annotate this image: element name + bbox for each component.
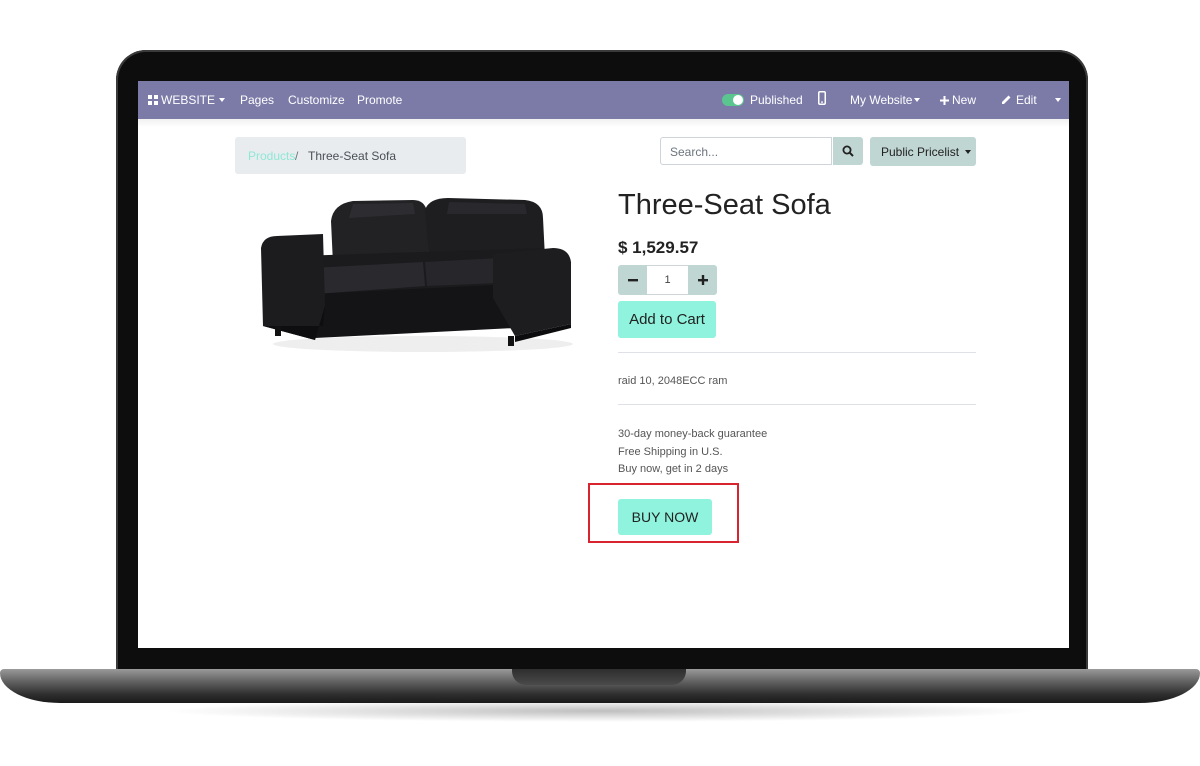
shipping-line: Free Shipping in U.S. <box>618 446 723 458</box>
navbar-shadow <box>138 119 1069 127</box>
breadcrumb: Products / Three-Seat Sofa <box>235 137 466 174</box>
divider <box>618 404 976 405</box>
edit-button[interactable]: Edit <box>1001 93 1037 107</box>
product-title: Three-Seat Sofa <box>618 189 831 221</box>
pages-menu[interactable]: Pages <box>240 93 274 107</box>
new-label: New <box>952 93 977 107</box>
add-to-cart-button[interactable]: Add to Cart <box>618 301 716 338</box>
search-button[interactable] <box>833 137 863 165</box>
more-dropdown[interactable] <box>1055 93 1061 107</box>
website-menu[interactable]: WEBSITE <box>148 93 226 107</box>
my-website-menu[interactable]: My Website <box>850 93 921 107</box>
customize-menu[interactable]: Customize <box>288 93 345 107</box>
laptop-notch <box>512 669 686 685</box>
breadcrumb-separator: / <box>295 149 299 163</box>
quantity-increase-button[interactable] <box>688 265 717 295</box>
quantity-decrease-button[interactable] <box>618 265 647 295</box>
toggle-knob <box>733 95 743 105</box>
product-price: $ 1,529.57 <box>618 238 699 257</box>
website-menu-label: WEBSITE <box>161 93 216 107</box>
published-toggle[interactable] <box>722 94 744 106</box>
browser-viewport: WEBSITE Pages Customize Promote Publishe… <box>138 81 1069 648</box>
edit-label: Edit <box>1016 93 1037 107</box>
my-website-label: My Website <box>850 93 913 107</box>
apps-grid-icon <box>148 95 158 105</box>
quantity-input[interactable]: 1 <box>647 265 688 295</box>
plus-icon <box>697 275 708 285</box>
laptop-shadow <box>160 700 1040 722</box>
product-description: raid 10, 2048ECC ram <box>618 375 728 387</box>
mobile-preview-button[interactable] <box>818 91 826 108</box>
website-navbar: WEBSITE Pages Customize Promote Publishe… <box>138 81 1069 119</box>
caret-down-icon <box>1055 98 1061 102</box>
caret-down-icon <box>914 98 921 102</box>
highlight-box <box>588 483 739 543</box>
breadcrumb-products-link[interactable]: Products <box>248 149 295 163</box>
guarantee-line: 30-day money-back guarantee <box>618 428 768 440</box>
delivery-line: Buy now, get in 2 days <box>618 463 729 475</box>
product-image <box>261 198 573 352</box>
published-label: Published <box>750 93 803 107</box>
caret-down-icon <box>219 98 226 102</box>
mobile-icon <box>818 91 826 105</box>
plus-icon <box>940 96 949 105</box>
search-input[interactable]: Search... <box>660 137 832 165</box>
pencil-icon <box>1002 95 1011 104</box>
search-icon <box>842 145 854 157</box>
pricelist-label: Public Pricelist <box>881 145 960 159</box>
breadcrumb-current: Three-Seat Sofa <box>308 149 397 163</box>
divider <box>618 352 976 353</box>
pricelist-dropdown[interactable]: Public Pricelist <box>870 137 976 166</box>
minus-icon <box>627 279 638 282</box>
caret-down-icon <box>965 150 972 154</box>
new-button[interactable]: New <box>940 93 976 107</box>
promote-menu[interactable]: Promote <box>357 93 402 107</box>
